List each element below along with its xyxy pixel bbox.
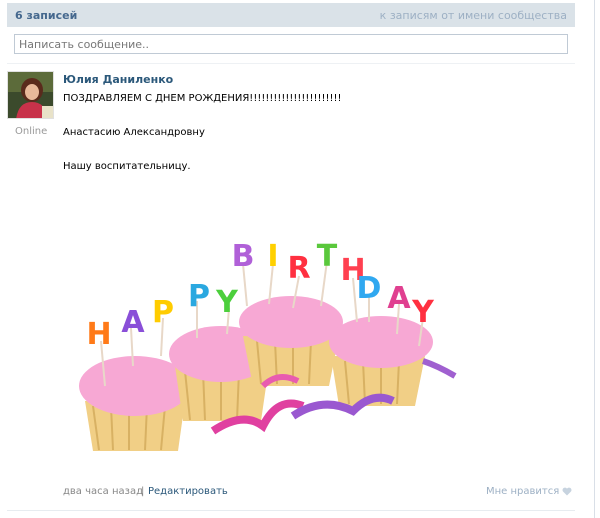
post-image[interactable]: H A P P Y B I R T H D A Y [63,226,461,458]
letter-candle-d: D [357,271,382,306]
cupcake-left [79,356,191,451]
footer-separator: | [141,486,145,497]
compose-input[interactable] [14,34,568,54]
letter-candle-r: R [287,251,310,286]
avatar-photo [8,72,53,118]
edit-link[interactable]: Редактировать [148,486,228,497]
like-label: Мне нравится [486,486,560,497]
community-posts-link[interactable]: к записям от имени сообщества [380,9,567,22]
post-time[interactable]: два часа назад [63,486,143,497]
birthday-cupcakes-image: H A P P Y B I R T H D A Y [79,239,457,451]
letter-candle-a2: A [387,281,411,316]
post-text-line-3: Нашу воспитательницу. [63,161,191,172]
cupcake-center-right [239,296,343,386]
letter-candle-b: B [232,239,255,274]
letter-candle-y2: Y [411,295,435,330]
author-name[interactable]: Юлия Даниленко [63,73,173,86]
letter-candle-p2: P [188,279,210,314]
letter-candle-y1: Y [215,285,239,320]
letter-candle-a: A [121,305,145,340]
avatar[interactable] [7,71,54,119]
wall-header: 6 записей к записям от имени сообщества [7,3,575,27]
post-text-line-2: Анастасию Александровну [63,127,205,138]
letter-candle-h: H [86,317,111,352]
letter-candle-i: I [267,239,278,274]
like-button[interactable]: Мне нравится [486,486,572,497]
post-divider [7,510,575,511]
letter-candle-p1: P [152,295,174,330]
heart-icon [562,487,572,496]
compose-area [7,27,575,64]
letter-candle-t: T [317,239,338,274]
online-status: Online [15,126,48,137]
post-text-line-1: ПОЗДРАВЛЯЕМ С ДНЕМ РОЖДЕНИЯ!!!!!!!!!!!!!… [63,93,342,104]
page-right-border [594,0,595,518]
post-count[interactable]: 6 записей [15,9,77,22]
